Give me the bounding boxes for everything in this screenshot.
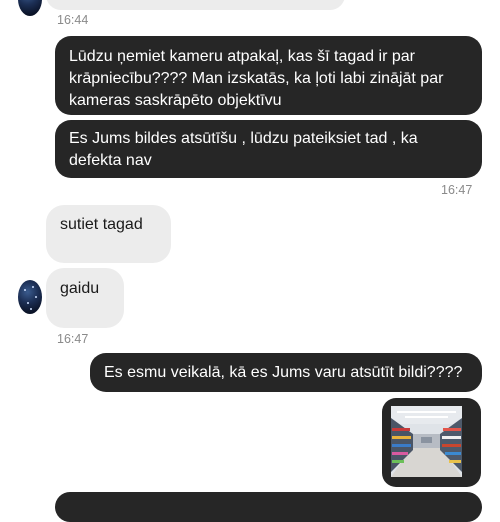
outgoing-message-bubble[interactable]: Lūdzu ņemiet kameru atpakaļ, kas šī taga… bbox=[55, 36, 482, 115]
message-text: sutiet tagad bbox=[60, 216, 143, 233]
outgoing-message-bubble-partial[interactable] bbox=[55, 492, 482, 522]
contact-avatar[interactable] bbox=[18, 280, 42, 314]
outgoing-message-bubble[interactable]: Es esmu veikalā, kā es Jums varu atsūtīt… bbox=[90, 353, 482, 392]
timestamp: 16:44 bbox=[57, 13, 89, 27]
photo-message-bubble[interactable] bbox=[382, 398, 481, 487]
message-text: Es Jums bildes atsūtīšu , lūdzu pateiksi… bbox=[69, 130, 418, 169]
photo-image bbox=[391, 406, 462, 477]
timestamp: 16:47 bbox=[57, 332, 89, 346]
incoming-message-bubble[interactable]: sutiet tagad bbox=[46, 205, 171, 263]
message-text: Lūdzu ņemiet kameru atpakaļ, kas šī taga… bbox=[69, 48, 444, 109]
incoming-message-bubble[interactable]: gaidu bbox=[46, 268, 124, 328]
timestamp: 16:47 bbox=[441, 183, 473, 197]
outgoing-message-bubble[interactable]: Es Jums bildes atsūtīšu , lūdzu pateiksi… bbox=[55, 120, 482, 178]
message-text: Es esmu veikalā, kā es Jums varu atsūtīt… bbox=[104, 364, 463, 381]
message-text: gaidu bbox=[60, 280, 100, 297]
incoming-message-bubble-partial bbox=[46, 0, 345, 10]
store-aisle-photo[interactable] bbox=[391, 406, 462, 477]
contact-avatar[interactable] bbox=[18, 0, 42, 16]
